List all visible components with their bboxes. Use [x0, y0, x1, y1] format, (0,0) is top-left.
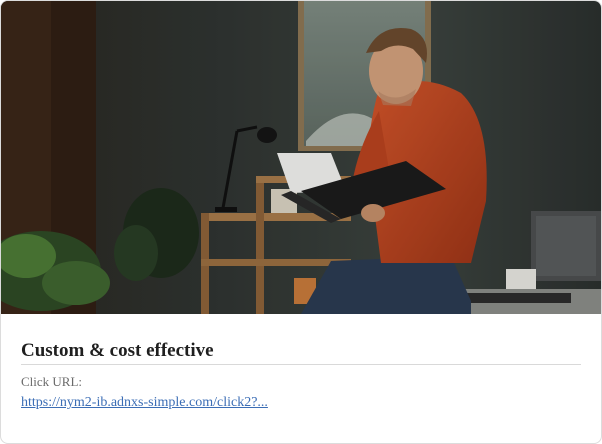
ad-preview-card: Custom & cost effective Click URL: https… [0, 0, 602, 444]
click-url-label: Click URL: [21, 374, 83, 389]
card-body: Custom & cost effective Click URL: https… [21, 314, 581, 411]
hero-image [1, 1, 601, 314]
click-url-link[interactable]: https://nym2-ib.adnxs-simple.com/click2?… [21, 394, 268, 411]
ad-title: Custom & cost effective [21, 340, 581, 365]
